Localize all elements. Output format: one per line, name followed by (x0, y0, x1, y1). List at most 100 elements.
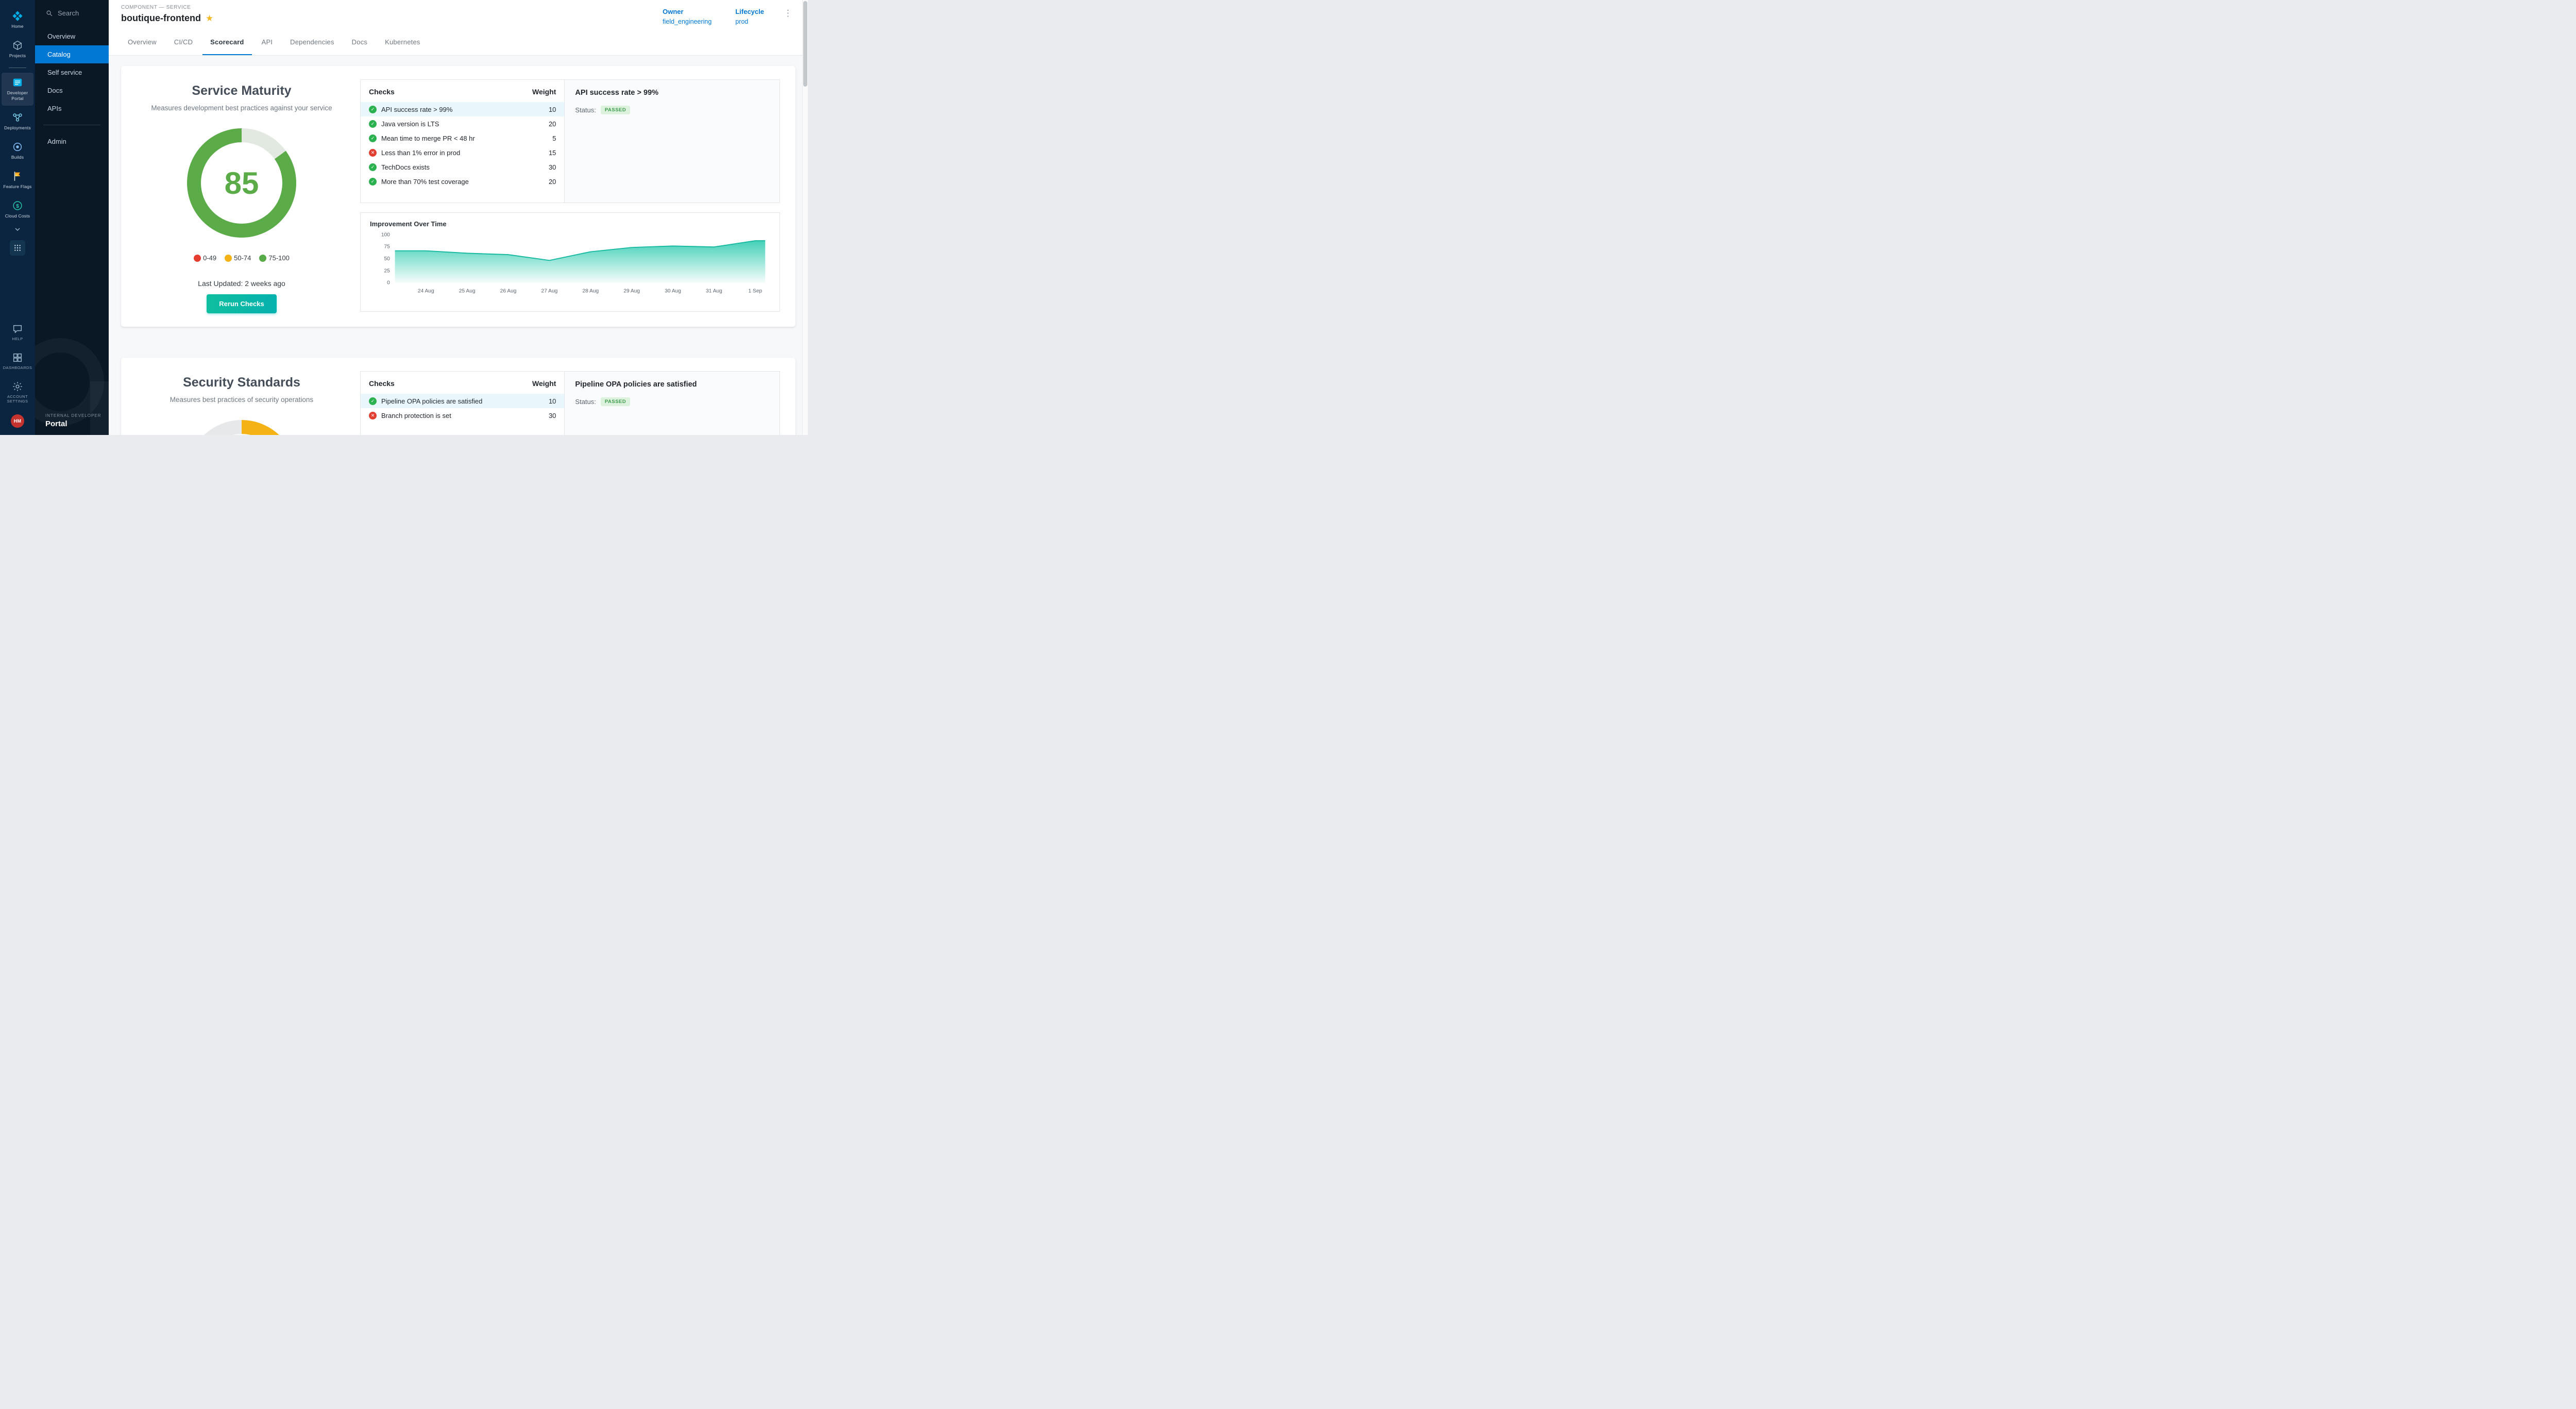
check-label: Pipeline OPA policies are satisfied (381, 397, 544, 405)
sidebar-footer-title: Portal (45, 420, 101, 428)
check-row[interactable]: ✕Branch protection is set30 (361, 408, 564, 423)
legend-item: 75-100 (259, 254, 289, 262)
score-legend: 0-49 50-74 75-100 (137, 254, 347, 262)
lifecycle-meta: Lifecycle prod (735, 8, 764, 25)
sidebar-decoration (35, 338, 104, 426)
breadcrumb: COMPONENT — SERVICE (121, 5, 213, 10)
legend-dot-icon (225, 255, 232, 262)
check-row[interactable]: ✓TechDocs exists30 (361, 160, 564, 174)
score-gauge: 85 (187, 128, 296, 238)
svg-text:25 Aug: 25 Aug (459, 289, 476, 294)
rail-item-label: Projects (9, 53, 26, 59)
rail-item-builds[interactable]: Builds (2, 137, 33, 164)
sidebar-item-catalog[interactable]: Catalog (35, 45, 109, 63)
rail-item-home[interactable]: Home (2, 6, 33, 33)
sidebar-item-docs[interactable]: Docs (35, 81, 109, 99)
check-row[interactable]: ✓Pipeline OPA policies are satisfied10 (361, 394, 564, 408)
rail-item-label: HELP (12, 337, 23, 342)
checks-and-detail-panel: Checks Weight ✓Pipeline OPA policies are… (360, 371, 780, 435)
legend-dot-icon (194, 255, 201, 262)
check-row[interactable]: ✓Java version is LTS20 (361, 116, 564, 131)
rail-item-feature-flags[interactable]: Feature Flags (2, 166, 33, 194)
entity-header-left: COMPONENT — SERVICE boutique-frontend ★ (121, 5, 213, 24)
sidebar-item-apis[interactable]: APIs (35, 99, 109, 118)
rail-item-help[interactable]: HELP (2, 319, 33, 346)
rail-item-projects[interactable]: Projects (2, 36, 33, 63)
check-label: TechDocs exists (381, 163, 544, 171)
legend-label: 0-49 (203, 254, 216, 262)
check-detail-title: API success rate > 99% (575, 89, 769, 97)
check-weight: 30 (549, 412, 556, 420)
weight-header: Weight (532, 379, 556, 388)
cloud-costs-icon: $ (12, 200, 23, 211)
chart-title: Improvement Over Time (370, 220, 770, 228)
sidebar-menu: OverviewCatalogSelf serviceDocsAPIs Admin (35, 23, 109, 150)
rail-item-developer-portal[interactable]: Developer Portal (2, 73, 33, 106)
svg-text:27 Aug: 27 Aug (541, 289, 558, 294)
status-badge: PASSED (601, 397, 630, 406)
tab-docs[interactable]: Docs (344, 28, 375, 55)
sidebar-item-admin[interactable]: Admin (35, 132, 109, 150)
module-sidebar: Search OverviewCatalogSelf serviceDocsAP… (35, 0, 109, 435)
module-grid-button[interactable] (10, 240, 25, 256)
check-row[interactable]: ✓More than 70% test coverage20 (361, 174, 564, 189)
checks-panel: Checks Weight ✓Pipeline OPA policies are… (361, 372, 564, 435)
sidebar-item-self-service[interactable]: Self service (35, 63, 109, 81)
check-row[interactable]: ✓Mean time to merge PR < 48 hr5 (361, 131, 564, 145)
check-label: Mean time to merge PR < 48 hr (381, 135, 548, 142)
tabs: OverviewCI/CDScorecardAPIDependenciesDoc… (109, 28, 808, 56)
scorecard-subtitle: Measures best practices of security oper… (137, 396, 347, 404)
feature-flags-icon (12, 171, 23, 182)
check-row[interactable]: ✓API success rate > 99%10 (361, 102, 564, 116)
svg-text:31 Aug: 31 Aug (706, 289, 722, 294)
score-value: 85 (225, 165, 259, 201)
svg-text:1 Sep: 1 Sep (749, 289, 762, 294)
sidebar-item-overview[interactable]: Overview (35, 27, 109, 45)
chevron-down-icon[interactable] (13, 224, 22, 238)
dashboards-icon (12, 352, 23, 363)
tab-kubernetes[interactable]: Kubernetes (377, 28, 428, 55)
rerun-checks-button[interactable]: Rerun Checks (207, 294, 276, 313)
svg-text:30 Aug: 30 Aug (665, 289, 681, 294)
rail-item-dashboards[interactable]: DASHBOARDS (2, 348, 33, 375)
owner-link[interactable]: field_engineering (663, 18, 711, 25)
tab-dependencies[interactable]: Dependencies (282, 28, 342, 55)
rail-item-cloud-costs[interactable]: $ Cloud Costs (2, 196, 33, 223)
score-gauge-center: 85 (201, 142, 282, 224)
rail-item-label: Home (11, 24, 23, 29)
svg-text:24 Aug: 24 Aug (418, 289, 434, 294)
check-row[interactable]: ✕Less than 1% error in prod15 (361, 145, 564, 160)
scorecard-card-security-standards: Security Standards Measures best practic… (121, 358, 795, 435)
legend-item: 50-74 (225, 254, 251, 262)
kebab-menu-icon[interactable]: ⋮ (781, 8, 795, 19)
projects-icon (12, 40, 23, 51)
scorecard-card-service-maturity: Service Maturity Measures development be… (121, 66, 795, 327)
check-detail-panel: API success rate > 99% Status: PASSED (564, 80, 779, 203)
rail-item-label: Builds (11, 155, 24, 160)
last-updated-text: Last Updated: 2 weeks ago (137, 279, 347, 288)
check-detail-panel: Pipeline OPA policies are satisfied Stat… (564, 372, 779, 435)
checks-list: ✓Pipeline OPA policies are satisfied10✕B… (361, 394, 564, 423)
search-input[interactable]: Search (35, 0, 109, 23)
legend-item: 0-49 (194, 254, 216, 262)
tab-api[interactable]: API (254, 28, 281, 55)
favorite-star-icon[interactable]: ★ (206, 14, 213, 23)
main-area: COMPONENT — SERVICE boutique-frontend ★ … (109, 0, 808, 435)
tab-scorecard[interactable]: Scorecard (202, 28, 251, 55)
tab-ci-cd[interactable]: CI/CD (166, 28, 200, 55)
check-weight: 30 (549, 163, 556, 171)
user-avatar[interactable]: HM (11, 414, 24, 428)
scrollbar-thumb[interactable] (803, 1, 807, 87)
check-passed-icon: ✓ (369, 106, 377, 113)
lifecycle-label: Lifecycle (735, 8, 764, 15)
svg-text:28 Aug: 28 Aug (582, 289, 599, 294)
legend-label: 50-74 (234, 254, 251, 262)
tab-overview[interactable]: Overview (120, 28, 164, 55)
rail-item-deployments[interactable]: Deployments (2, 108, 33, 135)
harness-logo-icon (12, 10, 23, 22)
rail-item-account-settings[interactable]: ACCOUNT SETTINGS (2, 377, 33, 409)
lifecycle-value[interactable]: prod (735, 18, 764, 25)
check-label: API success rate > 99% (381, 106, 544, 113)
check-passed-icon: ✓ (369, 120, 377, 128)
checks-panel: Checks Weight ✓API success rate > 99%10✓… (361, 80, 564, 203)
